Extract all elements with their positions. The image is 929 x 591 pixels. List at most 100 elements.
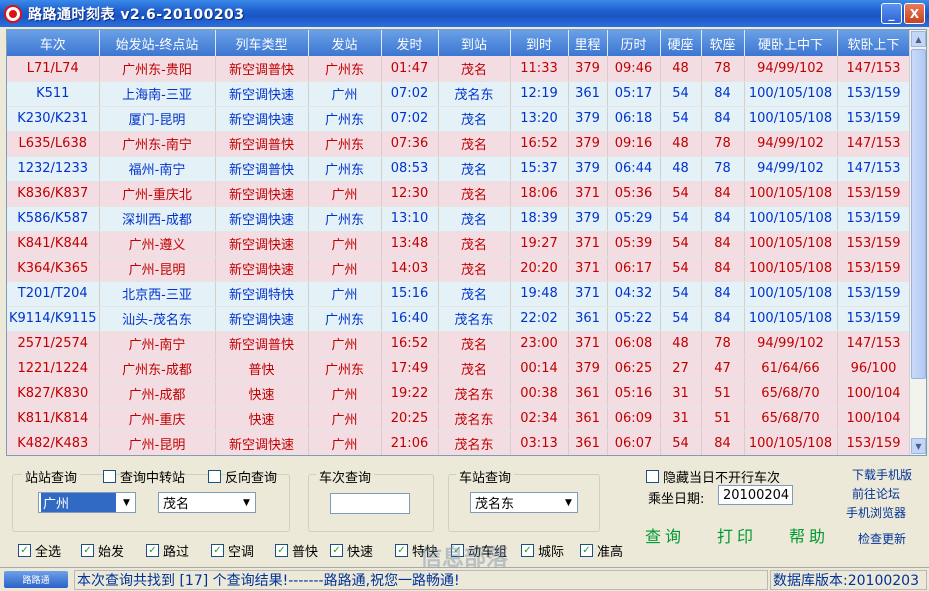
table-row[interactable]: K230/K231 厦门-昆明 新空调快速 广州东 07:02 茂名 13:20 379 06:… <box>7 106 911 132</box>
table-row[interactable]: K9114/K9115 汕头-茂名东 新空调快速 广州东 16:40 茂名东 22:02 36… <box>7 306 911 332</box>
train-number-input[interactable] <box>330 493 410 514</box>
reverse-checkbox[interactable]: 反向查询 <box>208 467 277 486</box>
help-button[interactable]: 帮助 <box>789 523 829 547</box>
table-cell: 广州-重庆北 <box>99 181 216 207</box>
table-row[interactable]: K586/K587 深圳西-成都 新空调快速 广州东 13:10 茂名 18:39 379 05… <box>7 206 911 232</box>
filter-label: 路过 <box>163 545 190 560</box>
filter-checkbox[interactable]: ✓ 准高 <box>580 541 623 560</box>
column-header[interactable]: 到时 <box>510 30 569 56</box>
query-button[interactable]: 查询 <box>645 523 685 547</box>
scroll-up-icon[interactable]: ▲ <box>911 31 926 47</box>
table-cell: 01:47 <box>381 56 439 82</box>
checkbox-box[interactable]: ✓ <box>580 544 593 557</box>
close-button[interactable]: X <box>904 3 925 24</box>
column-header[interactable]: 里程 <box>568 30 608 56</box>
table-cell: K841/K844 <box>7 231 100 257</box>
column-header[interactable]: 到站 <box>438 30 511 56</box>
date-input[interactable]: 20100204 <box>718 485 793 505</box>
transfer-checkbox[interactable]: 查询中转站 <box>103 467 185 486</box>
table-cell: 茂名东 <box>438 381 511 407</box>
table-row[interactable]: 1221/1224 广州东-成都 普快 广州东 17:49 茂名 00:14 379 06:25… <box>7 356 911 382</box>
print-button[interactable]: 打印 <box>717 523 757 547</box>
table-cell: 17:49 <box>381 356 439 382</box>
filter-checkbox[interactable]: ✓ 普快 <box>275 541 318 560</box>
table-row[interactable]: K364/K365 广州-昆明 新空调快速 广州 14:03 茂名 20:20 371 06:1… <box>7 256 911 282</box>
table-cell: 153/159 <box>837 231 911 257</box>
column-header[interactable]: 车次 <box>7 30 100 56</box>
checkbox-box[interactable]: ✓ <box>81 544 94 557</box>
table-cell: 12:19 <box>510 81 569 107</box>
checkbox-box[interactable]: ✓ <box>146 544 159 557</box>
table-cell: 19:48 <box>510 281 569 307</box>
checkbox-box[interactable]: ✓ <box>521 544 534 557</box>
chevron-down-icon[interactable]: ▼ <box>560 493 577 512</box>
filter-checkbox[interactable]: ✓ 路过 <box>146 541 189 560</box>
checkbox-box[interactable]: ✓ <box>275 544 288 557</box>
table-cell: 361 <box>568 81 608 107</box>
column-header[interactable]: 始发站-终点站 <box>99 30 216 56</box>
table-cell: 94/99/102 <box>744 156 838 182</box>
checkbox-box[interactable] <box>646 470 659 483</box>
table-cell: 54 <box>660 81 702 107</box>
filter-checkbox[interactable]: ✓ 全选 <box>18 541 61 560</box>
table-row[interactable]: L71/L74 广州东-贵阳 新空调普快 广州东 01:47 茂名 11:33 379 09:4… <box>7 56 911 82</box>
filter-label: 全选 <box>35 545 62 560</box>
hide-not-running-checkbox[interactable]: 隐藏当日不开行车次 <box>646 467 780 486</box>
table-cell: 广州 <box>308 406 382 432</box>
column-header[interactable]: 硬座 <box>660 30 702 56</box>
filter-checkbox[interactable]: ✓ 始发 <box>81 541 124 560</box>
table-row[interactable]: K827/K830 广州-成都 快速 广州 19:22 茂名东 00:38 361 05:16 3… <box>7 381 911 407</box>
column-header[interactable]: 发站 <box>308 30 382 56</box>
column-header[interactable]: 历时 <box>607 30 661 56</box>
filter-checkbox[interactable]: ✓ 快速 <box>330 541 373 560</box>
filter-checkbox[interactable]: ✓ 空调 <box>211 541 254 560</box>
mobile-browser-link[interactable]: 手机浏览器 <box>846 504 906 521</box>
to-station-select[interactable]: 茂名 ▼ <box>158 492 256 513</box>
title-bar[interactable]: 路路通时刻表 v2.6-20100203 _ X <box>0 0 929 27</box>
table-row[interactable]: L635/L638 广州东-南宁 新空调普快 广州东 07:36 茂名 16:52 379 09… <box>7 131 911 157</box>
column-header[interactable]: 软卧上下 <box>837 30 911 56</box>
checkbox-box[interactable] <box>103 470 116 483</box>
chevron-down-icon[interactable]: ▼ <box>238 493 255 512</box>
from-station-select[interactable]: 广州 ▼ <box>38 492 136 513</box>
check-update-link[interactable]: 检查更新 <box>858 530 906 547</box>
table-cell: 12:30 <box>381 181 439 207</box>
table-row[interactable]: 2571/2574 广州-南宁 新空调普快 广州 16:52 茂名 23:00 371 06:0… <box>7 331 911 357</box>
table-cell: 371 <box>568 181 608 207</box>
table-cell: 100/105/108 <box>744 81 838 107</box>
table-row[interactable]: 1232/1233 福州-南宁 新空调普快 广州东 08:53 茂名 15:37 379 06:… <box>7 156 911 182</box>
download-mobile-link[interactable]: 下载手机版 <box>852 466 912 483</box>
table-row[interactable]: K841/K844 广州-遵义 新空调快速 广州 13:48 茂名 19:27 371 05:3… <box>7 231 911 257</box>
column-header[interactable]: 列车类型 <box>215 30 309 56</box>
table-row[interactable]: T201/T204 北京西-三亚 新空调特快 广州 15:16 茂名 19:48 371 04:… <box>7 281 911 307</box>
table-cell: 153/159 <box>837 106 911 132</box>
table-cell: 广州东-成都 <box>99 356 216 382</box>
checkbox-box[interactable]: ✓ <box>211 544 224 557</box>
table-row[interactable]: K836/K837 广州-重庆北 新空调快速 广州 12:30 茂名 18:06 371 05:… <box>7 181 911 207</box>
table-cell: 153/159 <box>837 181 911 207</box>
table-cell: 新空调快速 <box>215 256 309 282</box>
scroll-thumb[interactable] <box>911 49 926 379</box>
table-row[interactable]: K511 上海南-三亚 新空调快速 广州 07:02 茂名东 12:19 361 05:17 54… <box>7 81 911 107</box>
table-row[interactable]: K811/K814 广州-重庆 快速 广州 20:25 茂名东 02:34 361 06:09 3… <box>7 406 911 432</box>
checkbox-box[interactable]: ✓ <box>395 544 408 557</box>
vertical-scrollbar[interactable]: ▲ ▼ <box>909 30 926 455</box>
table-cell: 100/105/108 <box>744 256 838 282</box>
checkbox-box[interactable]: ✓ <box>18 544 31 557</box>
table-cell: 05:36 <box>607 181 661 207</box>
forum-link[interactable]: 前往论坛 <box>852 485 900 502</box>
chevron-down-icon[interactable]: ▼ <box>118 493 135 512</box>
checkbox-box[interactable] <box>208 470 221 483</box>
table-row[interactable]: K482/K483 广州-昆明 新空调快速 广州 21:06 茂名东 03:13 361 06:… <box>7 431 911 455</box>
table-cell: 1232/1233 <box>7 156 100 182</box>
stop-station-select[interactable]: 茂名东 ▼ <box>470 492 578 513</box>
column-header[interactable]: 软座 <box>701 30 745 56</box>
column-header[interactable]: 发时 <box>381 30 439 56</box>
table-cell: 54 <box>660 231 702 257</box>
column-header[interactable]: 硬卧上中下 <box>744 30 838 56</box>
table-cell: 13:10 <box>381 206 439 232</box>
filter-checkbox[interactable]: ✓ 城际 <box>521 541 564 560</box>
scroll-down-icon[interactable]: ▼ <box>911 438 926 454</box>
minimize-button[interactable]: _ <box>881 3 902 24</box>
checkbox-box[interactable]: ✓ <box>330 544 343 557</box>
